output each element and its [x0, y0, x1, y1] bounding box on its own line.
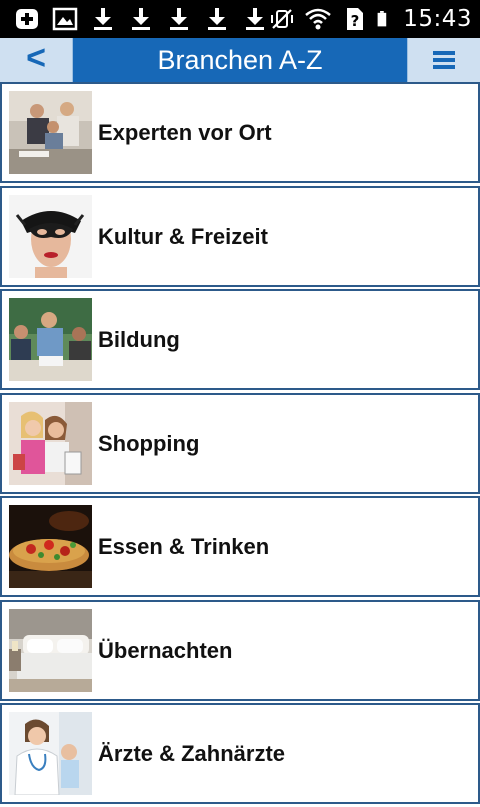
- vibrate-off-icon: [271, 9, 294, 29]
- download-icon: [94, 8, 112, 30]
- add-box-icon: [16, 9, 38, 29]
- image-icon: [52, 7, 78, 31]
- list-item[interactable]: Übernachten: [0, 599, 480, 701]
- sim-unknown-icon: ?: [347, 8, 364, 30]
- menu-icon: [433, 51, 455, 69]
- system-icons: ? 15:43: [269, 4, 472, 34]
- category-label: Übernachten: [98, 637, 233, 663]
- category-list: Experten vor Ort Kultur & Freizeit Bildu…: [0, 82, 480, 807]
- category-label: Shopping: [98, 430, 200, 456]
- classroom-photo: [9, 298, 92, 381]
- menu-button[interactable]: [407, 38, 480, 82]
- list-item[interactable]: Experten vor Ort: [0, 82, 480, 183]
- back-icon: <: [26, 39, 46, 77]
- list-item[interactable]: Bildung: [0, 289, 480, 390]
- category-label: Bildung: [98, 327, 180, 352]
- svg-text:?: ?: [351, 12, 360, 30]
- category-label: Kultur & Freizeit: [98, 223, 268, 249]
- doctor-photo: [9, 712, 92, 795]
- category-label: Ärzte & Zahnärzte: [98, 741, 286, 766]
- shopping-women-photo: [9, 401, 92, 485]
- wifi-icon: [305, 8, 332, 30]
- list-item[interactable]: Essen & Trinken: [0, 496, 480, 597]
- business-meeting-photo: [9, 91, 92, 174]
- hotel-bed-photo: [9, 608, 92, 692]
- download-icon: [246, 8, 264, 30]
- list-item[interactable]: Shopping: [0, 392, 480, 494]
- list-item[interactable]: Ärzte & Zahnärzte: [0, 703, 480, 804]
- page-title: Branchen A-Z: [157, 45, 323, 75]
- app-header: < Branchen A-Z: [0, 38, 480, 82]
- download-icon: [170, 8, 188, 30]
- download-icon: [208, 8, 226, 30]
- back-button[interactable]: <: [0, 38, 73, 82]
- list-item[interactable]: Kultur & Freizeit: [0, 185, 480, 287]
- pizza-photo: [9, 505, 92, 588]
- status-bar: ? 15:43: [0, 0, 480, 38]
- category-label: Experten vor Ort: [98, 120, 272, 145]
- battery-icon: [377, 11, 387, 27]
- notification-icons: [14, 6, 268, 32]
- masquerade-mask-photo: [9, 194, 92, 278]
- clock: 15:43: [403, 6, 472, 32]
- category-label: Essen & Trinken: [98, 534, 270, 559]
- download-icon: [132, 8, 150, 30]
